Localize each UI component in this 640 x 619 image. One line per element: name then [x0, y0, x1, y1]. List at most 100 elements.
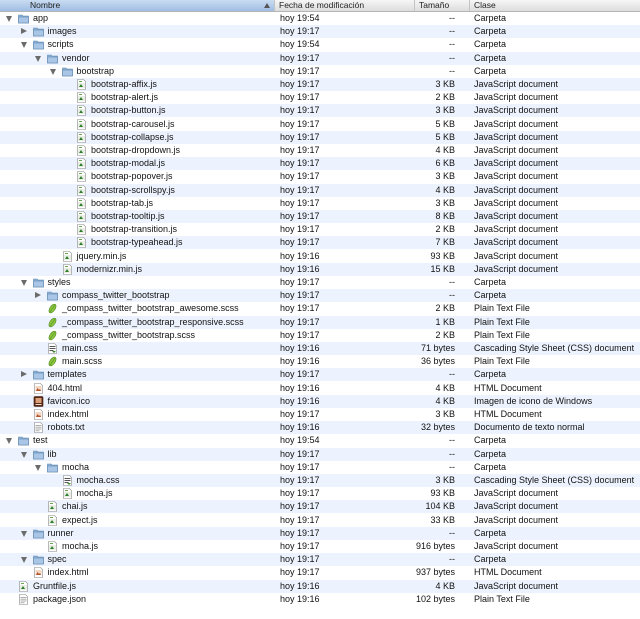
- disclosure-triangle-expanded-icon[interactable]: [6, 438, 12, 445]
- disclosure-triangle-expanded-icon[interactable]: [20, 42, 27, 49]
- folder-row[interactable]: compass_twitter_bootstrap hoy 19:17 -- Carp…: [0, 289, 640, 303]
- file-row[interactable]: bootstrap-popover.js hoy 19:17 3 KB JavaScr…: [0, 170, 640, 183]
- disclosure-triangle-collapsed-icon[interactable]: [20, 28, 27, 35]
- disclosure-triangle-expanded-icon[interactable]: [6, 16, 12, 22]
- row-name: bootstrap-alert.js: [91, 92, 159, 103]
- file-row[interactable]: bootstrap-dropdown.js hoy 19:17 4 KB JavaSc…: [0, 144, 640, 157]
- folder-row[interactable]: scripts hoy 19:54 -- Carpeta: [0, 38, 640, 51]
- file-row[interactable]: mocha.js hoy 19:17 93 KB JavaScript documen…: [0, 487, 640, 500]
- row-size: 93 KB: [430, 250, 455, 261]
- row-modified-date: hoy 19:17: [280, 92, 320, 103]
- row-name: expect.js: [62, 514, 98, 525]
- file-row[interactable]: bootstrap-collapse.js hoy 19:17 5 KB JavaSc…: [0, 130, 640, 144]
- folder-row[interactable]: bootstrap hoy 19:17 -- Carpeta: [0, 65, 640, 78]
- row-size: 2 KB: [435, 92, 455, 103]
- file-row[interactable]: bootstrap-typeahead.js hoy 19:17 7 KB JavaS…: [0, 236, 640, 250]
- folder-row[interactable]: test hoy 19:54 -- Carpeta: [0, 434, 640, 447]
- folder-row[interactable]: templates hoy 19:17 -- Carpeta: [0, 368, 640, 382]
- row-modified-date: hoy 19:16: [280, 395, 320, 406]
- row-size: 6 KB: [435, 158, 455, 169]
- row-modified-date: hoy 19:17: [280, 369, 320, 380]
- folder-row[interactable]: vendor hoy 19:17 -- Carpeta: [0, 51, 640, 65]
- disclosure-triangle-expanded-icon[interactable]: [35, 55, 41, 62]
- row-size: 2 KB: [435, 303, 455, 314]
- file-row[interactable]: bootstrap-alert.js hoy 19:17 2 KB JavaScrip…: [0, 91, 640, 104]
- row-modified-date: hoy 19:17: [280, 171, 320, 182]
- folder-row[interactable]: runner hoy 19:17 -- Carpeta: [0, 526, 640, 540]
- folder-row[interactable]: app hoy 19:54 -- Carpeta: [0, 12, 640, 25]
- file-row[interactable]: bootstrap-carousel.js hoy 19:17 5 KB JavaSc…: [0, 118, 640, 131]
- row-kind: HTML Document: [474, 382, 542, 393]
- folder-row[interactable]: lib hoy 19:17 -- Carpeta: [0, 447, 640, 461]
- row-name: _compass_twitter_bootstrap_awesome.scss: [62, 303, 239, 314]
- file-row[interactable]: package.json hoy 19:16 102 bytes Plain Text…: [0, 593, 640, 606]
- disclosure-triangle-expanded-icon[interactable]: [20, 557, 27, 564]
- column-header-kind-label: Clase: [474, 0, 496, 10]
- file-row[interactable]: index.html hoy 19:17 937 bytes HTML Documen…: [0, 566, 640, 579]
- disclosure-triangle-expanded-icon[interactable]: [20, 451, 27, 458]
- row-kind: Plain Text File: [474, 593, 530, 604]
- row-name: test: [33, 435, 48, 446]
- file-row[interactable]: bootstrap-modal.js hoy 19:17 6 KB JavaScrip…: [0, 157, 640, 171]
- column-header-size[interactable]: Tamaño: [415, 0, 470, 11]
- row-modified-date: hoy 19:54: [280, 13, 320, 23]
- disclosure-triangle-expanded-icon[interactable]: [49, 68, 56, 75]
- file-row[interactable]: 404.html hoy 19:16 4 KB HTML Document: [0, 382, 640, 395]
- file-row[interactable]: favicon.ico hoy 19:16 4 KB Imagen de icono …: [0, 394, 640, 408]
- folder-row[interactable]: spec hoy 19:17 -- Carpeta: [0, 553, 640, 567]
- row-modified-date: hoy 19:17: [280, 65, 320, 76]
- html-file-icon: [33, 409, 43, 420]
- row-name: bootstrap-modal.js: [91, 158, 166, 169]
- disclosure-triangle-expanded-icon[interactable]: [20, 530, 27, 537]
- file-row[interactable]: bootstrap-scrollspy.js hoy 19:17 4 KB JavaS…: [0, 183, 640, 197]
- row-name: mocha.js: [76, 488, 113, 499]
- row-name: bootstrap-tab.js: [91, 197, 154, 208]
- row-size: 1 KB: [435, 316, 455, 327]
- column-header-date[interactable]: Fecha de modificación: [275, 0, 415, 11]
- row-kind: Imagen de icono de Windows: [474, 395, 593, 406]
- row-kind: JavaScript document: [474, 224, 559, 235]
- row-size: 71 bytes: [420, 343, 455, 353]
- file-row[interactable]: bootstrap-button.js hoy 19:17 3 KB JavaScri…: [0, 104, 640, 118]
- file-row[interactable]: _compass_twitter_bootstrap_awesome.scss h…: [0, 302, 640, 315]
- folder-row[interactable]: mocha hoy 19:17 -- Carpeta: [0, 461, 640, 474]
- row-modified-date: hoy 19:16: [280, 343, 320, 353]
- row-name: spec: [47, 554, 67, 565]
- row-name: bootstrap-scrollspy.js: [91, 184, 175, 195]
- file-row[interactable]: expect.js hoy 19:17 33 KB JavaScript docume…: [0, 514, 640, 527]
- row-kind: JavaScript document: [474, 92, 559, 103]
- file-row[interactable]: modernizr.min.js hoy 19:16 15 KB JavaScript…: [0, 262, 640, 276]
- disclosure-triangle-expanded-icon[interactable]: [35, 464, 41, 471]
- file-row[interactable]: _compass_twitter_bootstrap_responsive.sc…: [0, 315, 640, 329]
- file-row[interactable]: main.css hoy 19:16 71 bytes Cascading Style…: [0, 342, 640, 355]
- file-row[interactable]: robots.txt hoy 19:16 32 bytes Documento de …: [0, 421, 640, 435]
- file-row[interactable]: mocha.css hoy 19:17 3 KB Cascading Style Sh…: [0, 474, 640, 487]
- javascript-file-icon: [62, 263, 72, 275]
- row-modified-date: hoy 19:17: [280, 409, 320, 419]
- row-size: 4 KB: [435, 580, 455, 591]
- disclosure-triangle-expanded-icon[interactable]: [20, 280, 27, 286]
- file-row[interactable]: main.scss hoy 19:16 36 bytes Plain Text Fil…: [0, 355, 640, 368]
- file-row[interactable]: jquery.min.js hoy 19:16 93 KB JavaScript do…: [0, 250, 640, 263]
- file-row[interactable]: bootstrap-affix.js hoy 19:17 3 KB JavaScrip…: [0, 78, 640, 91]
- folder-row[interactable]: images hoy 19:17 -- Carpeta: [0, 25, 640, 39]
- disclosure-triangle-collapsed-icon[interactable]: [20, 371, 27, 378]
- row-kind: JavaScript document: [474, 105, 559, 116]
- file-row[interactable]: _compass_twitter_bootstrap.scss hoy 19:17…: [0, 329, 640, 342]
- column-header-name[interactable]: Nombre: [0, 0, 275, 11]
- folder-row[interactable]: styles hoy 19:17 -- Carpeta: [0, 276, 640, 289]
- file-row[interactable]: bootstrap-tab.js hoy 19:17 3 KB JavaScript …: [0, 197, 640, 210]
- file-row[interactable]: chai.js hoy 19:17 104 KB JavaScript documen…: [0, 500, 640, 514]
- file-row[interactable]: Gruntfile.js hoy 19:16 4 KB JavaScript docu…: [0, 579, 640, 593]
- file-row[interactable]: bootstrap-transition.js hoy 19:17 2 KB Java…: [0, 223, 640, 236]
- file-row[interactable]: mocha.js hoy 19:17 916 bytes JavaScript doc…: [0, 540, 640, 553]
- row-kind: Carpeta: [474, 461, 507, 472]
- disclosure-triangle-collapsed-icon[interactable]: [35, 292, 41, 299]
- column-header-kind[interactable]: Clase: [470, 0, 640, 11]
- row-modified-date: hoy 19:16: [280, 580, 320, 591]
- row-kind: Plain Text File: [474, 329, 530, 340]
- file-row[interactable]: bootstrap-tooltip.js hoy 19:17 8 KB JavaScr…: [0, 210, 640, 223]
- row-size: --: [449, 65, 455, 76]
- row-modified-date: hoy 19:17: [280, 224, 320, 235]
- file-row[interactable]: index.html hoy 19:17 3 KB HTML Document: [0, 408, 640, 421]
